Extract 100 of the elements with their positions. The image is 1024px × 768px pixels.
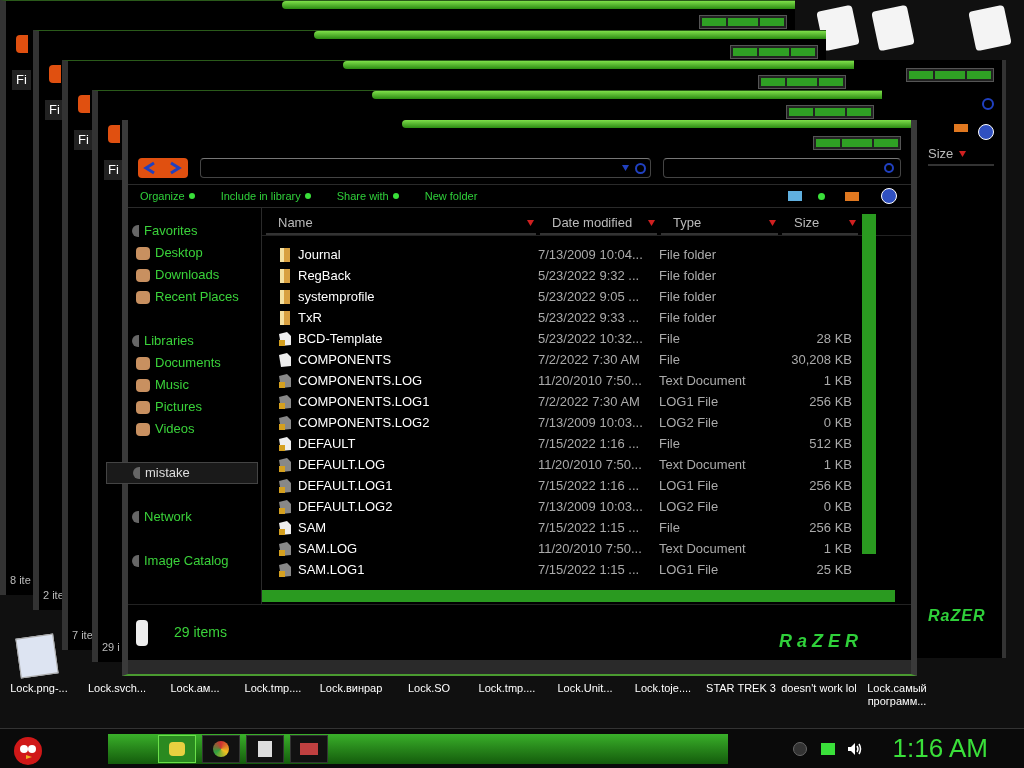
locked-file-icon bbox=[278, 414, 292, 431]
date-cell-text: 5/23/2022 10:32... bbox=[537, 329, 644, 348]
menu-item[interactable]: Fi bbox=[45, 100, 64, 120]
search-icon[interactable] bbox=[982, 98, 994, 110]
nav-item[interactable]: mistake bbox=[106, 462, 258, 484]
desktop-icon-label[interactable]: doesn't work lol bbox=[780, 682, 858, 708]
desktop-icon-label[interactable]: Lock.ам... bbox=[156, 682, 234, 708]
desktop-icon-label[interactable]: STAR TREK 3 bbox=[702, 682, 780, 708]
toolbar-button[interactable]: Include in library bbox=[220, 187, 311, 205]
address-field[interactable] bbox=[199, 158, 651, 178]
scrollbar[interactable] bbox=[862, 214, 876, 554]
date-cell-text: 7/2/2022 7:30 AM bbox=[537, 392, 641, 411]
speaker-icon[interactable] bbox=[846, 741, 863, 756]
nav-item[interactable]: Favorites bbox=[132, 220, 261, 242]
toolbar-button[interactable]: New folder bbox=[424, 187, 478, 205]
type-cell-text: File bbox=[658, 329, 681, 348]
file-name[interactable]: DEFAULT.LOG2 bbox=[298, 496, 393, 517]
file-name[interactable]: Journal bbox=[298, 244, 341, 265]
date-cell-text: 7/15/2022 1:15 ... bbox=[537, 560, 641, 579]
help-icon[interactable] bbox=[978, 124, 994, 140]
window-controls[interactable] bbox=[906, 68, 994, 82]
type-cell-text: File bbox=[658, 350, 681, 369]
place-icon bbox=[136, 378, 150, 392]
file-name[interactable]: SAM bbox=[298, 517, 327, 538]
column-header[interactable]: Size bbox=[782, 213, 858, 235]
nav-item[interactable]: Videos bbox=[132, 418, 261, 440]
refresh-icon[interactable] bbox=[634, 162, 646, 174]
desktop-icon-label[interactable]: Lock.tmp.... bbox=[234, 682, 312, 708]
taskbar-button[interactable] bbox=[202, 734, 240, 763]
window-controls[interactable] bbox=[699, 15, 787, 29]
window-controls[interactable] bbox=[813, 136, 901, 150]
column-header[interactable]: Size bbox=[928, 144, 954, 164]
menu-item[interactable]: Fi bbox=[74, 130, 93, 150]
size-cell-text: 30,208 KB bbox=[790, 350, 852, 369]
preview-icon[interactable] bbox=[845, 191, 859, 201]
file-name[interactable]: COMPONENTS.LOG bbox=[298, 370, 423, 391]
status-text: 8 ite bbox=[10, 573, 31, 588]
file-name[interactable]: RegBack bbox=[298, 265, 351, 286]
file-name[interactable]: BCD-Template bbox=[298, 328, 383, 349]
search-field[interactable] bbox=[662, 158, 901, 178]
desktop-icon-label[interactable]: Lock.SO bbox=[390, 682, 468, 708]
nav-item[interactable]: Downloads bbox=[132, 264, 261, 286]
desktop-icon-label[interactable]: Lock.винрар bbox=[312, 682, 390, 708]
taskbar-button[interactable] bbox=[290, 734, 328, 763]
taskbar-button[interactable] bbox=[246, 734, 284, 763]
locked-file-icon bbox=[278, 393, 292, 410]
column-header[interactable]: Name bbox=[266, 213, 536, 235]
desktop-icon-label[interactable]: Lock.toje.... bbox=[624, 682, 702, 708]
window-controls[interactable] bbox=[786, 105, 874, 119]
place-icon bbox=[136, 356, 150, 370]
desktop-icon-label[interactable]: Lock.самый программ... bbox=[858, 682, 936, 708]
nav-buttons[interactable] bbox=[49, 65, 61, 83]
file-name[interactable]: DEFAULT bbox=[298, 433, 356, 454]
nav-item[interactable]: Music bbox=[132, 374, 261, 396]
monitor-icon[interactable] bbox=[820, 742, 835, 755]
file-name[interactable]: TxR bbox=[298, 307, 322, 328]
locked-file-icon bbox=[278, 435, 292, 452]
type-cell-text: LOG1 File bbox=[658, 476, 720, 495]
size-cell-text: 28 KB bbox=[815, 329, 852, 348]
file-name[interactable]: COMPONENTS.LOG1 bbox=[298, 391, 430, 412]
toolbar-button[interactable]: Organize bbox=[140, 187, 195, 205]
nav-buttons[interactable] bbox=[16, 35, 28, 53]
window-controls[interactable] bbox=[758, 75, 846, 89]
clock[interactable]: 1:16 AM bbox=[892, 729, 988, 768]
toolbar-button[interactable]: Share with bbox=[336, 187, 399, 205]
nav-item[interactable]: Desktop bbox=[132, 242, 261, 264]
nav-item[interactable]: Network bbox=[132, 506, 261, 528]
nav-item[interactable]: Documents bbox=[132, 352, 261, 374]
file-name[interactable]: SAM.LOG bbox=[298, 538, 358, 559]
menu-item[interactable]: Fi bbox=[104, 160, 123, 180]
file-name[interactable]: DEFAULT.LOG1 bbox=[298, 475, 393, 496]
column-header[interactable]: Date modified bbox=[540, 213, 657, 235]
nav-buttons[interactable] bbox=[78, 95, 90, 113]
type-cell-text: File folder bbox=[658, 308, 718, 327]
nav-item[interactable]: Libraries bbox=[132, 330, 261, 352]
file-name[interactable]: COMPONENTS.LOG2 bbox=[298, 412, 430, 433]
file-name[interactable]: systemprofile bbox=[298, 286, 375, 307]
search-icon[interactable] bbox=[884, 163, 894, 173]
nav-buttons[interactable] bbox=[108, 125, 120, 143]
type-cell-text: LOG1 File bbox=[658, 392, 720, 411]
help-icon[interactable] bbox=[881, 188, 897, 204]
type-cell-text: LOG2 File bbox=[658, 413, 720, 432]
file-name[interactable]: DEFAULT.LOG bbox=[298, 454, 386, 475]
window-controls[interactable] bbox=[730, 45, 818, 59]
desktop-icon-label[interactable]: Lock.Unit... bbox=[546, 682, 624, 708]
document-icon[interactable] bbox=[15, 633, 59, 679]
locked-file-icon bbox=[278, 477, 292, 494]
expander-icon bbox=[132, 225, 139, 237]
column-header[interactable]: Type bbox=[661, 213, 778, 235]
nav-item[interactable]: Image Catalog bbox=[132, 550, 261, 572]
status-text: 29 i bbox=[102, 640, 120, 655]
nav-item[interactable]: Recent Places bbox=[132, 286, 261, 308]
desktop-icon-label[interactable]: Lock.tmp.... bbox=[468, 682, 546, 708]
desktop-icon-label[interactable]: Lock.svch... bbox=[78, 682, 156, 708]
file-name[interactable]: COMPONENTS bbox=[298, 349, 392, 370]
expander-icon bbox=[132, 555, 139, 567]
file-name[interactable]: SAM.LOG1 bbox=[298, 559, 365, 580]
menu-item[interactable]: Fi bbox=[12, 70, 31, 90]
nav-item[interactable]: Pictures bbox=[132, 396, 261, 418]
desktop-icon-label[interactable]: Lock.png-... bbox=[0, 682, 78, 708]
